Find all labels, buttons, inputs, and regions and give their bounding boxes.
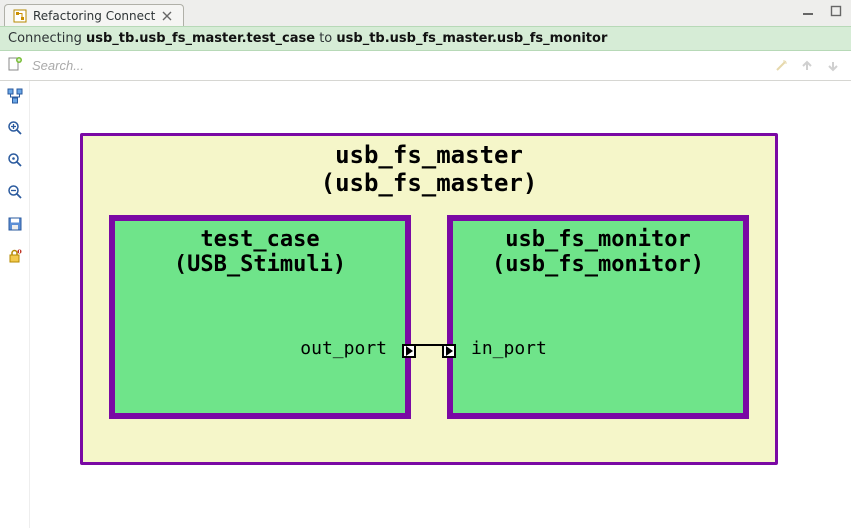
- main-area: usb_fs_master (usb_fs_master) test_case …: [0, 81, 851, 528]
- block-title: usb_fs_master (usb_fs_master): [83, 142, 775, 197]
- block-usb-fs-master[interactable]: usb_fs_master (usb_fs_master) test_case …: [80, 133, 778, 465]
- block-title: usb_fs_monitor (usb_fs_monitor): [453, 227, 743, 278]
- status-from: usb_tb.usb_fs_master.test_case: [86, 31, 315, 46]
- block-test-case[interactable]: test_case (USB_Stimuli) out_port: [109, 215, 411, 419]
- top-toolbar: [0, 51, 851, 81]
- layout-icon[interactable]: [6, 87, 24, 105]
- zoom-in-icon[interactable]: [6, 119, 24, 137]
- status-prefix: Connecting: [8, 31, 86, 46]
- side-toolbar: [0, 81, 30, 528]
- arrow-up-icon[interactable]: [799, 58, 815, 74]
- block-title: test_case (USB_Stimuli): [115, 227, 405, 278]
- wand-icon[interactable]: [773, 58, 789, 74]
- outer-name: usb_fs_master: [335, 141, 523, 169]
- block-usb-fs-monitor[interactable]: usb_fs_monitor (usb_fs_monitor) in_port: [447, 215, 749, 419]
- port-out[interactable]: [402, 344, 416, 358]
- zoom-reset-icon[interactable]: [6, 151, 24, 169]
- minimize-icon[interactable]: [801, 4, 815, 18]
- port-in[interactable]: [442, 344, 456, 358]
- status-mid: to: [315, 31, 336, 46]
- port-in-label: in_port: [471, 338, 547, 359]
- window-controls: [801, 4, 843, 18]
- diagram-canvas[interactable]: usb_fs_master (usb_fs_master) test_case …: [30, 81, 851, 528]
- status-bar: Connecting usb_tb.usb_fs_master.test_cas…: [0, 26, 851, 51]
- status-to: usb_tb.usb_fs_master.usb_fs_monitor: [336, 31, 607, 46]
- left-name: test_case: [200, 227, 319, 252]
- left-type: USB_Stimuli: [187, 252, 333, 277]
- arrow-down-icon[interactable]: [825, 58, 841, 74]
- save-icon[interactable]: [6, 215, 24, 233]
- maximize-icon[interactable]: [829, 4, 843, 18]
- right-type: usb_fs_monitor: [505, 252, 690, 277]
- tab-refactoring-connect[interactable]: Refactoring Connect: [4, 4, 184, 26]
- lock-icon[interactable]: [6, 247, 24, 265]
- tab-bar: Refactoring Connect: [0, 0, 851, 26]
- flowchart-icon: [13, 9, 27, 23]
- outer-type: usb_fs_master: [335, 169, 523, 197]
- search-input[interactable]: [30, 54, 773, 77]
- tab-title-label: Refactoring Connect: [33, 9, 155, 23]
- new-icon[interactable]: [7, 56, 23, 75]
- right-name: usb_fs_monitor: [505, 227, 690, 252]
- close-icon[interactable]: [161, 10, 173, 22]
- zoom-out-icon[interactable]: [6, 183, 24, 201]
- port-out-label: out_port: [300, 338, 387, 359]
